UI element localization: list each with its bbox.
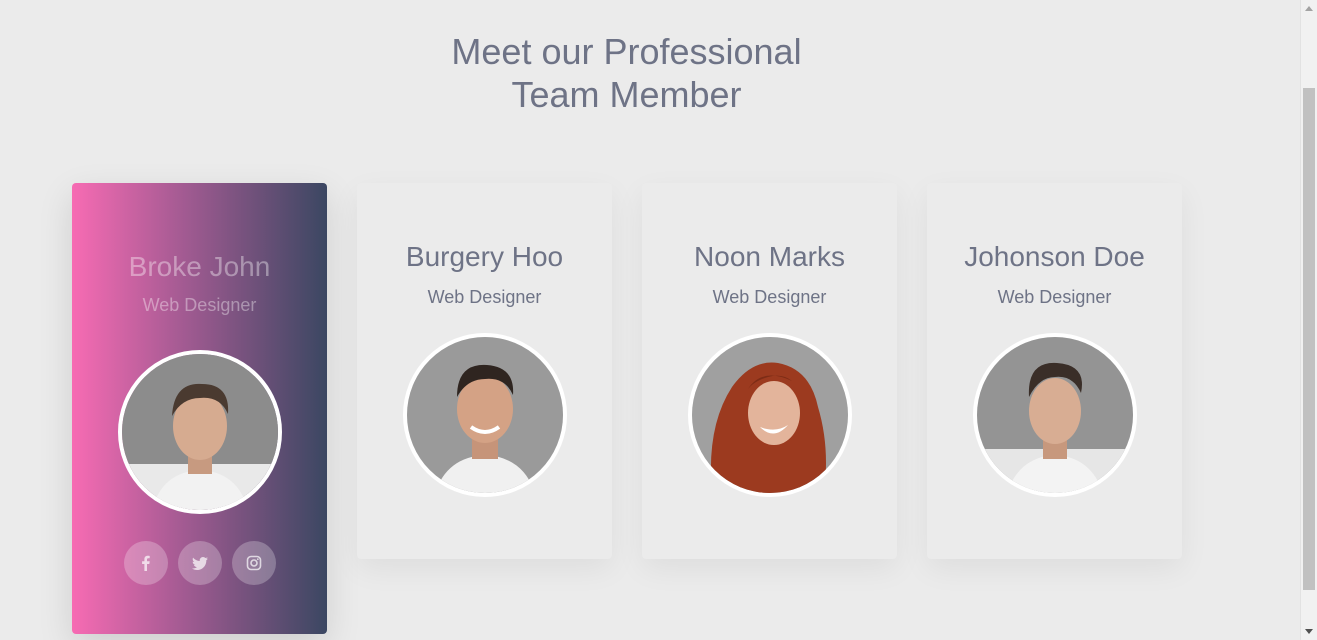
member-role: Web Designer [427, 287, 542, 307]
team-card-broke-john[interactable]: Broke John Web Designer [72, 183, 327, 634]
member-role: Web Designer [142, 295, 257, 315]
member-name: Broke John [128, 251, 271, 282]
heading-line-2: Team Member [511, 74, 742, 116]
member-avatar [687, 333, 852, 497]
heading-line-1: Meet our Professional [451, 31, 802, 73]
page-heading: Meet our Professional Team Member [0, 30, 1253, 116]
member-avatar [402, 333, 567, 497]
member-name: Burgery Hoo [405, 241, 564, 272]
twitter-icon[interactable] [177, 541, 222, 585]
member-name: Johonson Doe [964, 241, 1145, 272]
social-links [72, 541, 327, 585]
member-role: Web Designer [712, 287, 827, 307]
scroll-up-arrow-icon[interactable] [1301, 0, 1317, 17]
member-name: Noon Marks [694, 241, 845, 272]
member-avatar [972, 333, 1137, 497]
instagram-icon[interactable] [231, 541, 276, 585]
team-card-noon-marks[interactable]: Noon Marks Web Designer [642, 183, 897, 559]
scroll-down-arrow-icon[interactable] [1301, 623, 1317, 640]
scrollbar-thumb[interactable] [1303, 88, 1315, 590]
member-avatar [117, 350, 282, 514]
team-card-burgery-hoo[interactable]: Burgery Hoo Web Designer [357, 183, 612, 559]
team-card-johonson-doe[interactable]: Johonson Doe Web Designer [927, 183, 1182, 559]
facebook-icon[interactable] [123, 541, 168, 585]
member-role: Web Designer [997, 287, 1112, 307]
page-scrollbar[interactable] [1300, 0, 1317, 640]
